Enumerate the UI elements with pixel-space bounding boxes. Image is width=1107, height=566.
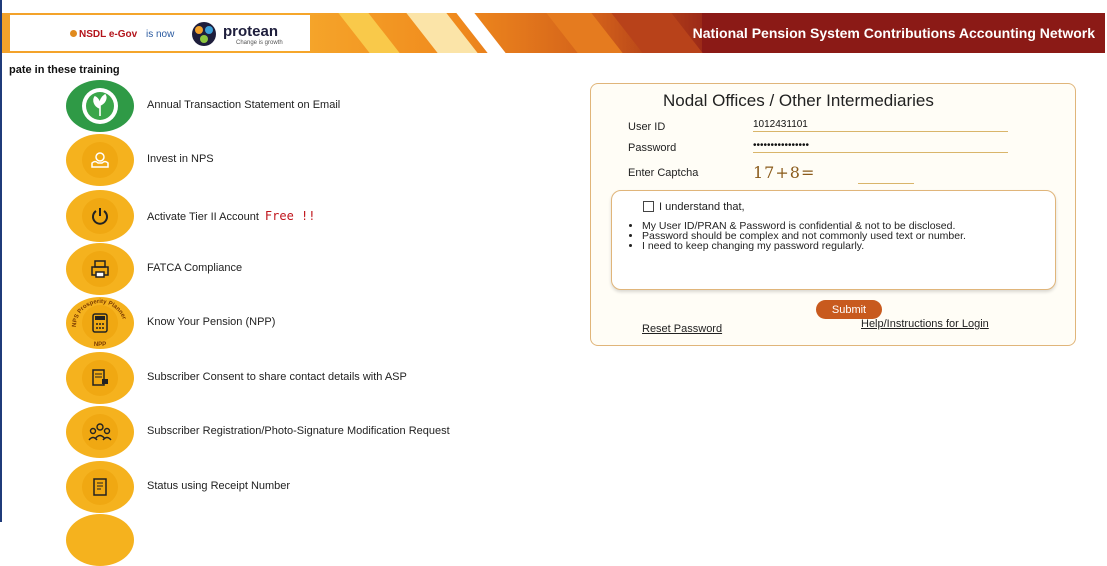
service-label: Activate Tier II Account Free !! [147,209,316,223]
printer-icon [82,251,118,287]
service-label: Annual Transaction Statement on Email [147,99,341,111]
header-bar: NSDL e-Gov is now protean Change is grow… [2,13,1105,53]
protean-logo-icon [192,22,216,46]
login-panel: Nodal Offices / Other Intermediaries Use… [590,83,1076,346]
document-share-icon [82,360,118,396]
receipt-icon [82,469,118,505]
user-id-input[interactable] [753,117,1008,132]
service-label: Invest in NPS [147,153,214,165]
help-instructions-link[interactable]: Help/Instructions for Login [861,318,989,330]
protean-brand: protean [223,23,279,40]
service-item-receipt-status[interactable]: Status using Receipt Number [66,461,666,513]
login-title: Nodal Offices / Other Intermediaries [663,91,934,110]
captcha-label: Enter Captcha [628,167,699,179]
free-tag: Free !! [264,209,316,223]
service-item-consent-asp[interactable]: Subscriber Consent to share contact deta… [66,352,666,404]
service-label: Know Your Pension (NPP) [147,316,276,328]
logo-area[interactable]: NSDL e-Gov is now protean Change is grow… [10,15,310,51]
submit-button[interactable]: Submit [816,300,882,319]
service-item-registration[interactable]: Subscriber Registration/Photo-Signature … [66,406,666,458]
is-now-text: is now [146,29,175,40]
terms-box: I understand that, My User ID/PRAN & Pas… [611,190,1056,290]
service-label: Subscriber Consent to share contact deta… [147,371,407,383]
svg-text:NPP: NPP [94,342,106,348]
password-input[interactable] [753,138,1008,153]
nsdl-logo: NSDL e-Gov [70,29,137,40]
header-title: National Pension System Contributions Ac… [692,25,1095,41]
service-item-ats-email[interactable]: Annual Transaction Statement on Email [66,80,666,132]
service-item-fatca[interactable]: FATCA Compliance [66,243,666,295]
people-group-icon [82,414,118,450]
service-label: Subscriber Registration/Photo-Signature … [147,425,450,437]
service-label: Status using Receipt Number [147,480,291,492]
user-id-label: User ID [628,121,666,133]
power-icon [82,198,118,234]
hands-money-icon [82,142,118,178]
intro-text: pate in these training [9,64,120,76]
reset-password-link[interactable]: Reset Password [642,323,722,335]
service-item-invest-nps[interactable]: Invest in NPS [66,134,666,186]
calculator-icon [82,305,118,341]
captcha-input[interactable] [858,169,914,184]
password-label: Password [628,142,677,154]
terms-list: My User ID/PRAN & Password is confidenti… [628,221,1062,252]
go-green-icon [82,88,118,124]
protean-tagline: Change is growth [236,40,283,46]
terms-checkbox[interactable] [643,201,654,212]
terms-item: I need to keep changing my password regu… [642,241,1062,252]
service-item-npp[interactable]: NPS Prosperity Planner NPP Know Your Pen… [66,297,666,349]
service-label: FATCA Compliance [147,262,243,274]
service-item-activate-tier2[interactable]: Activate Tier II Account Free !! [66,190,666,242]
captcha-image: 17+8= [753,163,816,182]
terms-heading: I understand that, [659,201,745,213]
